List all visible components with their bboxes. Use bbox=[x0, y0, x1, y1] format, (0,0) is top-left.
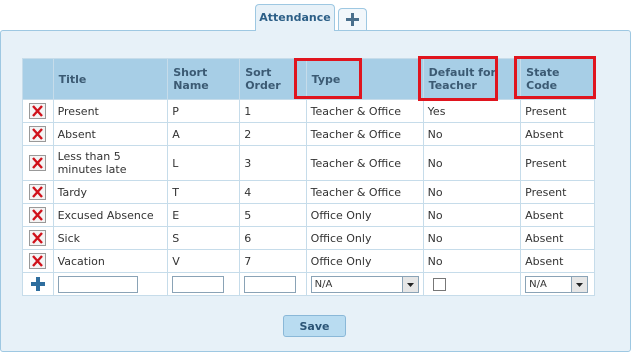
new-state-code-select[interactable]: N/A bbox=[525, 275, 589, 293]
row-default: No bbox=[422, 122, 522, 146]
dropdown-arrow-icon[interactable] bbox=[401, 276, 418, 292]
delete-x-icon bbox=[32, 209, 44, 221]
row-default: No bbox=[422, 249, 522, 273]
row-sort-order: 6 bbox=[239, 226, 307, 250]
new-type-select[interactable]: N/A bbox=[310, 275, 419, 293]
row-sort-order: 3 bbox=[239, 145, 307, 181]
row-short-name: V bbox=[167, 249, 241, 273]
row-state-code: Present bbox=[520, 145, 595, 181]
row-type: Office Only bbox=[305, 203, 424, 227]
row-title: Vacation bbox=[52, 249, 169, 273]
row-sort-order: 2 bbox=[239, 122, 307, 146]
row-state-code: Present bbox=[520, 99, 595, 123]
save-button[interactable]: Save bbox=[283, 315, 346, 337]
table-row: Less than 5 minutes late L 3 Teacher & O… bbox=[22, 145, 595, 181]
highlight-box-state-code bbox=[514, 56, 596, 99]
row-state-code: Absent bbox=[520, 122, 595, 146]
row-type: Office Only bbox=[305, 249, 424, 273]
delete-button[interactable] bbox=[29, 155, 47, 171]
short-name-header: Short Name bbox=[167, 58, 241, 100]
delete-button[interactable] bbox=[29, 230, 47, 246]
table-row: Vacation V 7 Office Only No Absent bbox=[22, 249, 595, 273]
delete-x-icon bbox=[32, 255, 44, 267]
row-short-name: A bbox=[167, 122, 241, 146]
delete-x-icon bbox=[32, 157, 44, 169]
row-type: Office Only bbox=[305, 226, 424, 250]
row-default: No bbox=[422, 226, 522, 250]
row-default: No bbox=[422, 203, 522, 227]
title-header: Title bbox=[52, 58, 169, 100]
add-tab-button[interactable] bbox=[338, 8, 367, 30]
table-row: Sick S 6 Office Only No Absent bbox=[22, 226, 595, 250]
row-type: Teacher & Office bbox=[305, 145, 424, 181]
new-state-code-value: N/A bbox=[529, 278, 547, 290]
row-title: Tardy bbox=[52, 180, 169, 204]
delete-button[interactable] bbox=[29, 253, 47, 269]
row-state-code: Absent bbox=[520, 249, 595, 273]
plus-icon bbox=[346, 13, 359, 26]
new-default-checkbox[interactable] bbox=[432, 277, 446, 291]
plus-icon bbox=[30, 277, 45, 291]
row-default: Yes bbox=[422, 99, 522, 123]
row-short-name: L bbox=[167, 145, 241, 181]
row-title: Excused Absence bbox=[52, 203, 169, 227]
row-title: Present bbox=[52, 99, 169, 123]
delete-button[interactable] bbox=[29, 126, 47, 142]
row-title: Less than 5 minutes late bbox=[52, 145, 169, 181]
table-row: Tardy T 4 Teacher & Office No Present bbox=[22, 180, 595, 204]
row-sort-order: 5 bbox=[239, 203, 307, 227]
row-type: Teacher & Office bbox=[305, 122, 424, 146]
row-sort-order: 4 bbox=[239, 180, 307, 204]
row-state-code: Present bbox=[520, 180, 595, 204]
delete-x-icon bbox=[32, 186, 44, 198]
row-title: Absent bbox=[52, 122, 169, 146]
row-short-name: P bbox=[167, 99, 241, 123]
row-state-code: Absent bbox=[520, 203, 595, 227]
row-sort-order: 7 bbox=[239, 249, 307, 273]
highlight-box-type bbox=[294, 58, 362, 99]
table-row: Present P 1 Teacher & Office Yes Present bbox=[22, 99, 595, 123]
row-title: Sick bbox=[52, 226, 169, 250]
delete-button[interactable] bbox=[29, 207, 47, 223]
new-type-value: N/A bbox=[314, 278, 333, 290]
delete-x-icon bbox=[32, 105, 44, 117]
table-row: Excused Absence E 5 Office Only No Absen… bbox=[22, 203, 595, 227]
tab-attendance[interactable]: Attendance bbox=[255, 4, 335, 31]
delete-x-icon bbox=[32, 128, 44, 140]
row-short-name: T bbox=[167, 180, 241, 204]
delete-button[interactable] bbox=[29, 184, 47, 200]
new-short-name-input[interactable] bbox=[172, 275, 225, 293]
row-type: Teacher & Office bbox=[305, 99, 424, 123]
row-short-name: S bbox=[167, 226, 241, 250]
add-row-button[interactable] bbox=[30, 276, 46, 292]
row-sort-order: 1 bbox=[239, 99, 307, 123]
new-row: N/A N/A bbox=[22, 272, 595, 296]
row-short-name: E bbox=[167, 203, 241, 227]
row-default: No bbox=[422, 145, 522, 181]
new-title-input[interactable] bbox=[57, 275, 138, 293]
delete-button[interactable] bbox=[29, 103, 47, 119]
row-state-code: Absent bbox=[520, 226, 595, 250]
dropdown-arrow-icon[interactable] bbox=[571, 276, 588, 292]
table-row: Absent A 2 Teacher & Office No Absent bbox=[22, 122, 595, 146]
delete-x-icon bbox=[32, 232, 44, 244]
actions-header bbox=[22, 58, 54, 100]
row-type: Teacher & Office bbox=[305, 180, 424, 204]
new-sort-order-input[interactable] bbox=[244, 275, 297, 293]
row-default: No bbox=[422, 180, 522, 204]
highlight-box-default-for-teacher bbox=[418, 56, 498, 101]
